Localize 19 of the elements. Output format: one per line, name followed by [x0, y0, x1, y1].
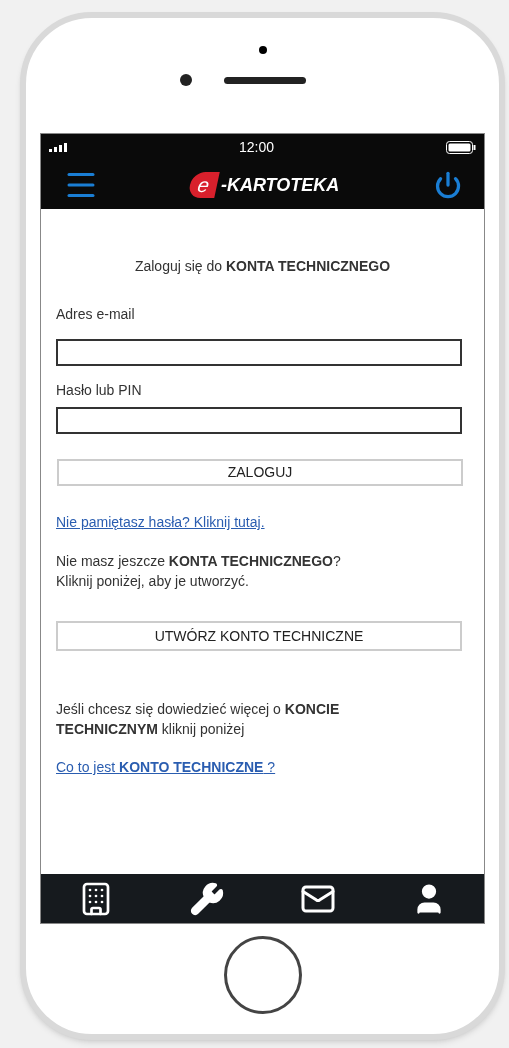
field-label: Adres e-mail — [56, 305, 136, 324]
battery-icon — [446, 141, 476, 154]
info-link[interactable]: Co to jest KONTO TECHNICZNE ? — [56, 757, 276, 778]
power-icon[interactable] — [434, 171, 462, 199]
login-button[interactable]: ZALOGUJ — [57, 459, 463, 486]
app-title: -KARTOTEKA — [220, 173, 340, 197]
status-time: 12:00 — [238, 138, 274, 157]
logo-mark: e — [187, 172, 220, 198]
info-text: Jeśli chcesz się dowiedzieć więcej o KONCIE TECHNICZNYM kliknij poniżej — [56, 700, 341, 739]
login-heading: Zaloguj się do KONTA TECHNICZNEGO — [133, 257, 392, 276]
signal-icon — [49, 143, 67, 152]
wrench-icon[interactable] — [189, 880, 226, 917]
register-prompt: Nie masz jeszcze KONTA TECHNICZNEGO? Kliknij poniżej, aby je utworzyć. — [56, 552, 342, 591]
camera-lens — [179, 74, 192, 86]
forgot-password-link[interactable]: Nie pamiętasz hasła? Kliknij tutaj. — [56, 512, 265, 533]
field-label: Hasło lub PIN — [56, 381, 143, 400]
input-field[interactable] — [56, 407, 462, 434]
create-account-button[interactable]: UTWÓRZ KONTO TECHNICZNE — [56, 621, 462, 651]
input-field[interactable] — [56, 339, 462, 366]
